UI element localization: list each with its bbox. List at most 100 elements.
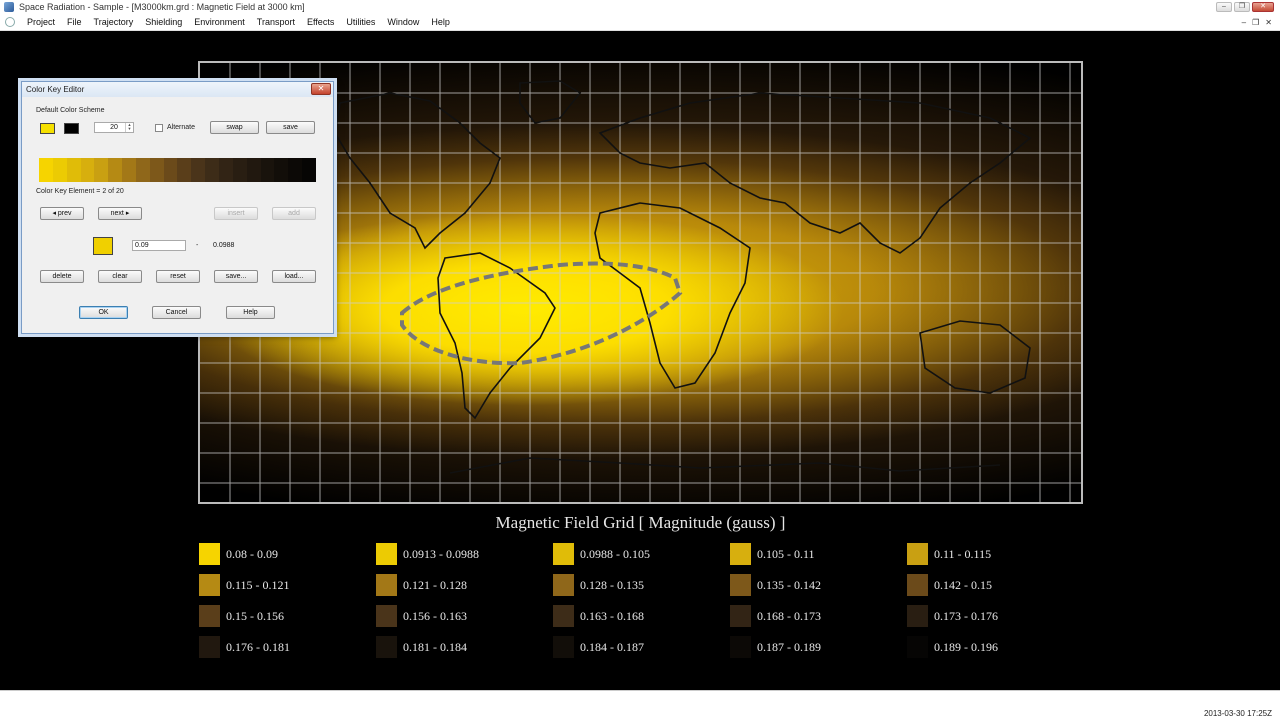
legend-label: 0.121 - 0.128 <box>403 577 467 592</box>
color-scheme-gradient <box>39 158 316 182</box>
scheme-start-color-swatch[interactable] <box>40 123 55 134</box>
mdi-minimize-button[interactable]: – <box>1242 18 1246 27</box>
delete-button[interactable]: delete <box>40 270 84 283</box>
status-timestamp: 2013-03-30 17:25Z <box>1203 709 1272 718</box>
next-button[interactable]: next ▸ <box>98 207 142 220</box>
legend-label: 0.176 - 0.181 <box>226 639 290 654</box>
legend-item: 0.189 - 0.196 <box>907 636 1084 658</box>
menu-project[interactable]: Project <box>21 17 61 27</box>
legend-swatch <box>553 574 574 596</box>
legend-swatch <box>553 543 574 565</box>
legend-swatch <box>553 605 574 627</box>
menu-transport[interactable]: Transport <box>251 17 301 27</box>
legend-label: 0.0913 - 0.0988 <box>403 546 479 561</box>
gradient-step <box>302 158 316 182</box>
map-title: Magnetic Field Grid [ Magnitude (gauss) … <box>495 513 786 532</box>
clear-button[interactable]: clear <box>98 270 142 283</box>
legend-item: 0.08 - 0.09 <box>199 543 376 565</box>
alternate-label: Alternate <box>167 124 196 131</box>
status-bar: 2013-03-30 17:25Z <box>0 690 1280 720</box>
legend-swatch <box>199 543 220 565</box>
saa-contour <box>400 261 683 366</box>
save-as-button[interactable]: save... <box>214 270 258 283</box>
alternate-checkbox[interactable] <box>155 124 163 132</box>
legend-swatch <box>376 605 397 627</box>
gradient-step <box>288 158 303 182</box>
menu-file[interactable]: File <box>61 17 88 27</box>
legend-item: 0.176 - 0.181 <box>199 636 376 658</box>
gradient-step <box>39 158 53 182</box>
ok-button[interactable]: OK <box>79 306 128 319</box>
legend-item: 0.163 - 0.168 <box>553 605 730 627</box>
legend-label: 0.15 - 0.156 <box>226 608 284 623</box>
scheme-end-color-swatch[interactable] <box>64 123 79 134</box>
insert-button[interactable]: insert <box>214 207 258 220</box>
legend-item: 0.0988 - 0.105 <box>553 543 730 565</box>
menu-shielding[interactable]: Shielding <box>139 17 188 27</box>
prev-button[interactable]: ◂ prev <box>40 207 84 220</box>
load-button[interactable]: load... <box>272 270 316 283</box>
mdi-restore-button[interactable]: ❐ <box>1252 18 1259 27</box>
dialog-close-button[interactable]: ✕ <box>311 83 331 95</box>
legend-swatch <box>376 543 397 565</box>
menu-effects[interactable]: Effects <box>301 17 340 27</box>
legend-label: 0.142 - 0.15 <box>934 577 992 592</box>
gradient-step <box>232 158 247 182</box>
gradient-step <box>191 158 206 182</box>
legend-item: 0.0913 - 0.0988 <box>376 543 553 565</box>
legend-swatch <box>730 543 751 565</box>
gradient-step <box>218 158 233 182</box>
default-scheme-label: Default Color Scheme <box>36 107 105 114</box>
gradient-step <box>205 158 219 182</box>
menu-utilities[interactable]: Utilities <box>340 17 381 27</box>
save-scheme-button[interactable]: save <box>266 121 315 134</box>
spinner-arrows-icon[interactable]: ▲ ▼ <box>125 123 133 132</box>
legend-item: 0.135 - 0.142 <box>730 574 907 596</box>
document-icon[interactable] <box>5 17 15 27</box>
add-button[interactable]: add <box>272 207 316 220</box>
legend-label: 0.156 - 0.163 <box>403 608 467 623</box>
mdi-close-button[interactable]: ✕ <box>1265 18 1272 27</box>
range-separator: - <box>196 242 199 249</box>
color-count-value: 20 <box>110 124 118 131</box>
cancel-button[interactable]: Cancel <box>152 306 201 319</box>
color-legend: 0.08 - 0.09 0.0913 - 0.0988 0.0988 - 0.105… <box>199 543 1099 658</box>
legend-label: 0.184 - 0.187 <box>580 639 644 654</box>
swap-button[interactable]: swap <box>210 121 259 134</box>
gradient-step <box>177 158 192 182</box>
menu-trajectory[interactable]: Trajectory <box>88 17 140 27</box>
range-min-input[interactable]: 0.09 <box>132 240 186 251</box>
reset-button[interactable]: reset <box>156 270 200 283</box>
gradient-step <box>274 158 289 182</box>
restore-button[interactable]: ❐ <box>1234 2 1250 12</box>
legend-item: 0.128 - 0.135 <box>553 574 730 596</box>
legend-swatch <box>199 605 220 627</box>
legend-item: 0.105 - 0.11 <box>730 543 907 565</box>
legend-label: 0.181 - 0.184 <box>403 639 467 654</box>
legend-label: 0.128 - 0.135 <box>580 577 644 592</box>
legend-item: 0.187 - 0.189 <box>730 636 907 658</box>
element-color-swatch[interactable] <box>93 237 113 255</box>
legend-item: 0.156 - 0.163 <box>376 605 553 627</box>
color-count-spinner[interactable]: 20 ▲ ▼ <box>94 122 134 133</box>
legend-swatch <box>730 605 751 627</box>
gradient-step <box>163 158 178 182</box>
legend-item: 0.173 - 0.176 <box>907 605 1084 627</box>
legend-swatch <box>907 605 928 627</box>
gradient-step <box>260 158 275 182</box>
close-button[interactable]: ✕ <box>1252 2 1274 12</box>
menu-help[interactable]: Help <box>425 17 456 27</box>
menu-bar: Project File Trajectory Shielding Enviro… <box>0 14 1280 31</box>
app-icon <box>4 2 14 12</box>
legend-label: 0.163 - 0.168 <box>580 608 644 623</box>
menu-environment[interactable]: Environment <box>188 17 251 27</box>
minimize-button[interactable]: – <box>1216 2 1232 12</box>
legend-item: 0.181 - 0.184 <box>376 636 553 658</box>
gradient-step <box>80 158 95 182</box>
legend-label: 0.0988 - 0.105 <box>580 546 650 561</box>
menu-window[interactable]: Window <box>381 17 425 27</box>
color-key-element-label: Color Key Element = 2 of 20 <box>36 188 124 195</box>
help-button[interactable]: Help <box>226 306 275 319</box>
range-max-value: 0.0988 <box>213 242 235 249</box>
legend-swatch <box>199 636 220 658</box>
